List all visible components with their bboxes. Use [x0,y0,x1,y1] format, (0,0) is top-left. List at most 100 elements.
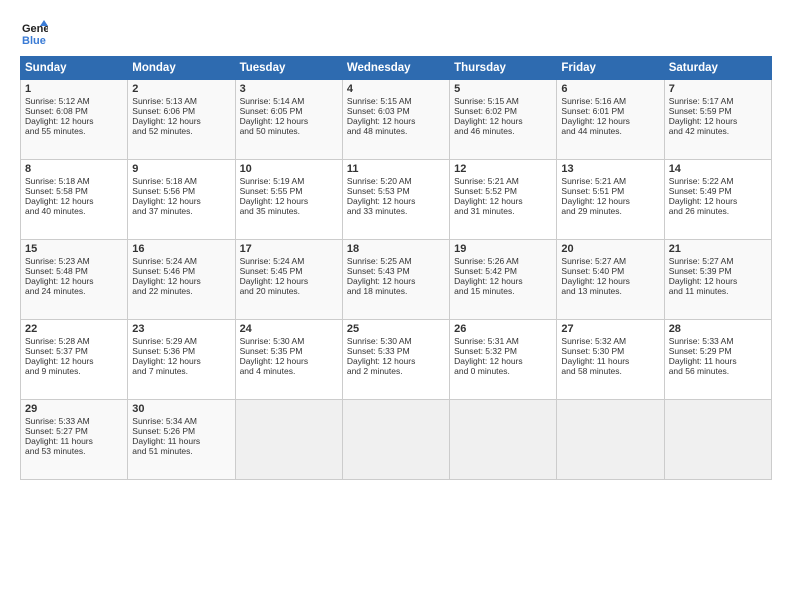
logo: General Blue [20,18,48,46]
cell-line: Daylight: 12 hours [240,196,338,206]
day-number: 22 [25,323,123,335]
calendar-cell: 28Sunrise: 5:33 AMSunset: 5:29 PMDayligh… [664,320,771,400]
calendar-cell: 8Sunrise: 5:18 AMSunset: 5:58 PMDaylight… [21,160,128,240]
cell-line: Sunset: 5:56 PM [132,186,230,196]
calendar-cell: 26Sunrise: 5:31 AMSunset: 5:32 PMDayligh… [450,320,557,400]
cell-line: Sunrise: 5:19 AM [240,176,338,186]
day-number: 3 [240,83,338,95]
cell-line: Sunset: 5:55 PM [240,186,338,196]
cell-line: Sunrise: 5:23 AM [25,256,123,266]
cell-line: and 0 minutes. [454,366,552,376]
cell-line: Daylight: 12 hours [561,276,659,286]
cell-line: and 53 minutes. [25,446,123,456]
cell-line: Daylight: 12 hours [561,116,659,126]
cell-line: Sunset: 5:53 PM [347,186,445,196]
cell-line: Daylight: 12 hours [25,116,123,126]
cell-line: and 13 minutes. [561,286,659,296]
calendar-cell: 16Sunrise: 5:24 AMSunset: 5:46 PMDayligh… [128,240,235,320]
cell-line: Sunrise: 5:26 AM [454,256,552,266]
cell-line: Daylight: 12 hours [347,116,445,126]
cell-line: Sunset: 5:40 PM [561,266,659,276]
cell-line: and 9 minutes. [25,366,123,376]
cell-line: and 7 minutes. [132,366,230,376]
calendar-cell: 19Sunrise: 5:26 AMSunset: 5:42 PMDayligh… [450,240,557,320]
cell-line: Daylight: 12 hours [25,276,123,286]
cell-line: Sunrise: 5:25 AM [347,256,445,266]
cell-line: Sunset: 5:59 PM [669,106,767,116]
cell-line: Sunset: 5:49 PM [669,186,767,196]
cell-line: and 4 minutes. [240,366,338,376]
cell-line: Sunrise: 5:17 AM [669,96,767,106]
calendar-cell: 3Sunrise: 5:14 AMSunset: 6:05 PMDaylight… [235,80,342,160]
cell-line: Daylight: 11 hours [132,436,230,446]
cell-line: Sunset: 5:32 PM [454,346,552,356]
cell-line: Sunset: 6:02 PM [454,106,552,116]
cell-line: and 48 minutes. [347,126,445,136]
cell-line: and 22 minutes. [132,286,230,296]
col-header-monday: Monday [128,57,235,80]
cell-line: Sunrise: 5:14 AM [240,96,338,106]
cell-line: Sunset: 5:29 PM [669,346,767,356]
calendar-cell [235,400,342,480]
cell-line: and 29 minutes. [561,206,659,216]
day-number: 16 [132,243,230,255]
cell-line: Sunset: 5:27 PM [25,426,123,436]
cell-line: Sunset: 5:58 PM [25,186,123,196]
day-number: 26 [454,323,552,335]
cell-line: and 44 minutes. [561,126,659,136]
cell-line: Sunrise: 5:24 AM [240,256,338,266]
day-number: 19 [454,243,552,255]
day-number: 20 [561,243,659,255]
svg-text:Blue: Blue [22,35,46,46]
cell-line: Sunset: 5:26 PM [132,426,230,436]
day-number: 12 [454,163,552,175]
cell-line: Sunrise: 5:21 AM [454,176,552,186]
col-header-wednesday: Wednesday [342,57,449,80]
cell-line: Sunset: 5:36 PM [132,346,230,356]
day-number: 23 [132,323,230,335]
cell-line: Sunrise: 5:22 AM [669,176,767,186]
cell-line: Sunset: 5:35 PM [240,346,338,356]
cell-line: and 18 minutes. [347,286,445,296]
cell-line: Sunset: 6:03 PM [347,106,445,116]
day-number: 5 [454,83,552,95]
calendar-cell: 14Sunrise: 5:22 AMSunset: 5:49 PMDayligh… [664,160,771,240]
calendar-row-3: 22Sunrise: 5:28 AMSunset: 5:37 PMDayligh… [21,320,772,400]
calendar-cell: 15Sunrise: 5:23 AMSunset: 5:48 PMDayligh… [21,240,128,320]
cell-line: Sunrise: 5:18 AM [132,176,230,186]
col-header-tuesday: Tuesday [235,57,342,80]
calendar-table: SundayMondayTuesdayWednesdayThursdayFrid… [20,56,772,480]
calendar-row-1: 8Sunrise: 5:18 AMSunset: 5:58 PMDaylight… [21,160,772,240]
day-number: 4 [347,83,445,95]
calendar-cell: 12Sunrise: 5:21 AMSunset: 5:52 PMDayligh… [450,160,557,240]
calendar-row-2: 15Sunrise: 5:23 AMSunset: 5:48 PMDayligh… [21,240,772,320]
cell-line: Sunrise: 5:15 AM [347,96,445,106]
cell-line: and 26 minutes. [669,206,767,216]
calendar-row-4: 29Sunrise: 5:33 AMSunset: 5:27 PMDayligh… [21,400,772,480]
cell-line: Sunset: 5:37 PM [25,346,123,356]
cell-line: Daylight: 12 hours [669,276,767,286]
cell-line: Daylight: 12 hours [240,356,338,366]
cell-line: Sunset: 5:39 PM [669,266,767,276]
header-row: SundayMondayTuesdayWednesdayThursdayFrid… [21,57,772,80]
cell-line: and 11 minutes. [669,286,767,296]
calendar-cell: 6Sunrise: 5:16 AMSunset: 6:01 PMDaylight… [557,80,664,160]
cell-line: Sunrise: 5:33 AM [669,336,767,346]
cell-line: Sunrise: 5:28 AM [25,336,123,346]
cell-line: Sunset: 5:42 PM [454,266,552,276]
cell-line: Daylight: 12 hours [454,356,552,366]
cell-line: Sunrise: 5:15 AM [454,96,552,106]
logo-icon: General Blue [20,18,48,46]
cell-line: Sunset: 5:48 PM [25,266,123,276]
calendar-cell: 18Sunrise: 5:25 AMSunset: 5:43 PMDayligh… [342,240,449,320]
page-header: General Blue [20,18,772,46]
cell-line: Daylight: 12 hours [347,356,445,366]
cell-line: and 15 minutes. [454,286,552,296]
cell-line: Daylight: 12 hours [25,356,123,366]
calendar-cell: 27Sunrise: 5:32 AMSunset: 5:30 PMDayligh… [557,320,664,400]
day-number: 30 [132,403,230,415]
day-number: 15 [25,243,123,255]
cell-line: Daylight: 12 hours [669,116,767,126]
calendar-cell: 20Sunrise: 5:27 AMSunset: 5:40 PMDayligh… [557,240,664,320]
cell-line: and 52 minutes. [132,126,230,136]
